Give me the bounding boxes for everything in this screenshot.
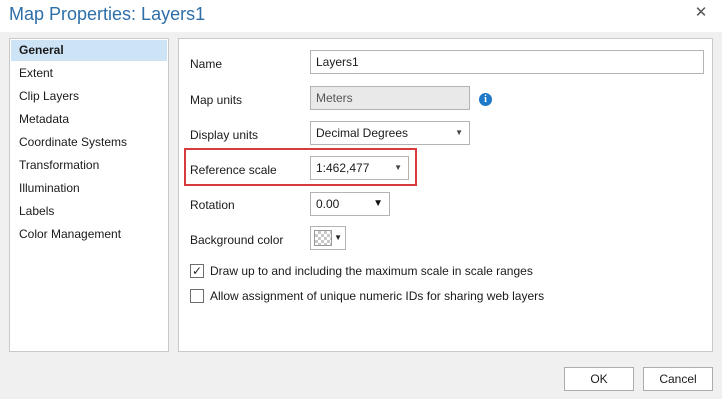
sidebar-item-coordinate-systems[interactable]: Coordinate Systems <box>11 132 167 153</box>
ok-button[interactable]: OK <box>564 367 634 391</box>
info-icon[interactable]: i <box>479 93 492 106</box>
sidebar-item-color-management[interactable]: Color Management <box>11 224 167 245</box>
map-properties-dialog: Map Properties: Layers1 ✕ General Extent… <box>0 0 722 399</box>
sidebar-item-general[interactable]: General <box>11 40 167 61</box>
map-units-label: Map units <box>190 93 243 107</box>
sidebar-item-transformation[interactable]: Transformation <box>11 155 167 176</box>
sidebar-nav: General Extent Clip Layers Metadata Coor… <box>9 38 169 352</box>
background-color-picker[interactable]: ▼ <box>310 226 346 250</box>
rotation-dropdown[interactable]: 0.00 ▼ <box>310 192 390 216</box>
name-input[interactable]: Layers1 <box>310 50 704 74</box>
sidebar-item-labels[interactable]: Labels <box>11 201 167 222</box>
sidebar-item-clip-layers[interactable]: Clip Layers <box>11 86 167 107</box>
dialog-title: Map Properties: Layers1 <box>9 4 206 24</box>
chevron-down-icon: ▼ <box>394 163 402 172</box>
draw-up-to-checkbox[interactable]: ✓ <box>190 264 204 278</box>
chevron-down-icon: ▼ <box>334 233 342 242</box>
unique-ids-label: Allow assignment of unique numeric IDs f… <box>210 289 545 303</box>
reference-scale-dropdown[interactable]: 1:462,477 ▼ <box>310 156 409 180</box>
display-units-label: Display units <box>190 128 259 142</box>
sidebar-item-metadata[interactable]: Metadata <box>11 109 167 130</box>
close-icon[interactable]: ✕ <box>694 5 708 20</box>
transparent-swatch-icon <box>314 230 332 246</box>
name-label: Name <box>190 57 223 71</box>
sidebar-item-extent[interactable]: Extent <box>11 63 167 84</box>
rotation-value: 0.00 <box>316 197 340 211</box>
chevron-down-icon: ▼ <box>455 128 463 137</box>
display-units-dropdown[interactable]: Decimal Degrees ▼ <box>310 121 470 145</box>
cancel-button[interactable]: Cancel <box>643 367 713 391</box>
chevron-down-icon: ▼ <box>373 198 383 209</box>
map-units-field: Meters <box>310 86 470 110</box>
draw-up-to-label: Draw up to and including the maximum sca… <box>210 264 533 278</box>
unique-ids-checkbox[interactable] <box>190 289 204 303</box>
rotation-label: Rotation <box>190 198 235 212</box>
general-panel: Name Layers1 Map units Meters i Display … <box>178 38 713 352</box>
title-bar: Map Properties: Layers1 ✕ <box>0 0 722 32</box>
reference-scale-label: Reference scale <box>190 163 277 177</box>
sidebar-item-illumination[interactable]: Illumination <box>11 178 167 199</box>
background-color-label: Background color <box>190 233 284 247</box>
display-units-value: Decimal Degrees <box>316 126 409 140</box>
reference-scale-value: 1:462,477 <box>316 161 370 175</box>
